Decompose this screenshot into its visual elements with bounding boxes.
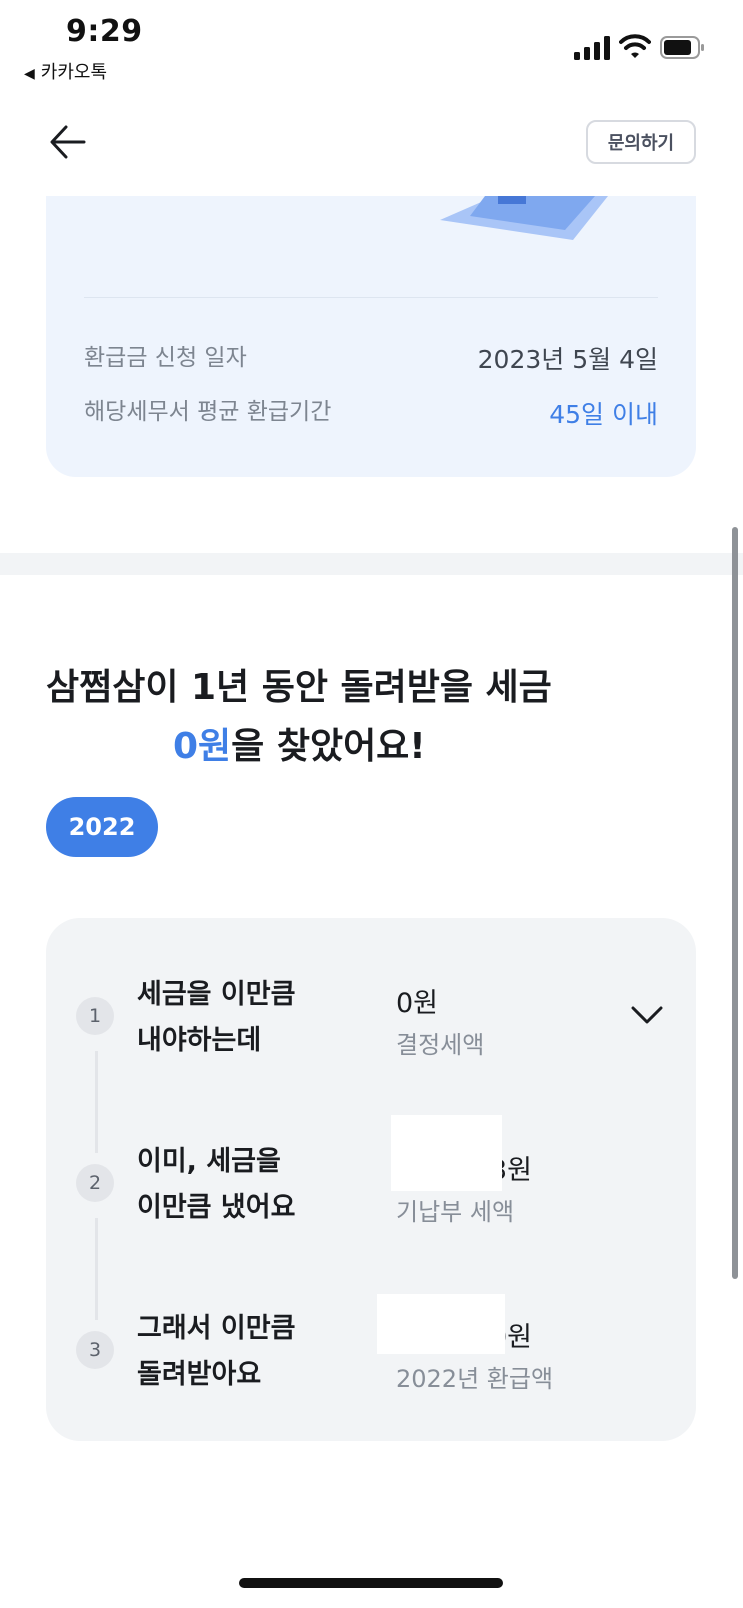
refund-amount-label: 2022년 환급액 (396, 1365, 554, 1393)
refund-date-label: 환급금 신청 일자 (84, 345, 247, 371)
status-time: 9:29 (66, 14, 143, 49)
prepaid-tax-label: 기납부 세액 (396, 1198, 515, 1226)
inquire-button[interactable]: 문의하기 (586, 120, 696, 164)
step-3-label-line2: 돌려받아요 (137, 1359, 262, 1390)
wifi-icon (619, 34, 651, 58)
home-indicator[interactable] (239, 1578, 503, 1588)
step-2-label: 이미, 세금을 이만큼 냈어요 (137, 1139, 295, 1231)
back-app-arrow-icon: ◀ (24, 66, 35, 82)
signal-icon (574, 36, 610, 60)
headline-amount: 0원 (173, 726, 232, 767)
headline-line2: 0원을 찾았어요! (173, 717, 426, 769)
headline-suffix: 을 찾았어요! (231, 726, 426, 767)
step-connector (95, 1051, 98, 1153)
headline-line1: 삼쩜삼이 1년 동안 돌려받을 세금 (46, 667, 552, 708)
step-3-label: 그래서 이만큼 돌려받아요 (137, 1306, 295, 1398)
determined-tax-amount: 0원 (396, 988, 439, 1019)
redacted-area (391, 1115, 502, 1191)
determined-tax-label: 결정세액 (396, 1031, 485, 1059)
step-number-2: 2 (76, 1164, 114, 1202)
back-arrow-icon[interactable] (48, 122, 88, 162)
back-to-app-link[interactable]: ◀ 카카오톡 (24, 58, 107, 84)
step-2-label-line1: 이미, 세금을 (137, 1146, 281, 1177)
refund-date-value: 2023년 5월 4일 (477, 345, 658, 374)
section-divider (0, 553, 743, 575)
chevron-down-icon[interactable] (630, 1004, 664, 1026)
step-2-label-line2: 이만큼 냈어요 (137, 1192, 296, 1223)
step-number-3: 3 (76, 1331, 114, 1369)
document-illustration (440, 196, 608, 240)
step-1-label-line2: 내야하는데 (137, 1025, 262, 1056)
back-app-label: 카카오톡 (40, 62, 108, 83)
step-number-1: 1 (76, 997, 114, 1035)
refund-period-value: 45일 이내 (549, 400, 658, 429)
step-3-label-line1: 그래서 이만큼 (137, 1313, 296, 1344)
card-divider (84, 297, 658, 298)
step-1-label-line1: 세금을 이만큼 (137, 979, 296, 1010)
redacted-area (377, 1294, 505, 1354)
step-connector (95, 1218, 98, 1320)
battery-icon (660, 36, 704, 59)
scrollbar[interactable] (732, 527, 738, 1279)
step-1-label: 세금을 이만큼 내야하는데 (137, 972, 295, 1064)
refund-period-label: 해당세무서 평균 환급기간 (84, 399, 332, 425)
year-tab-2022[interactable]: 2022 (46, 797, 158, 857)
